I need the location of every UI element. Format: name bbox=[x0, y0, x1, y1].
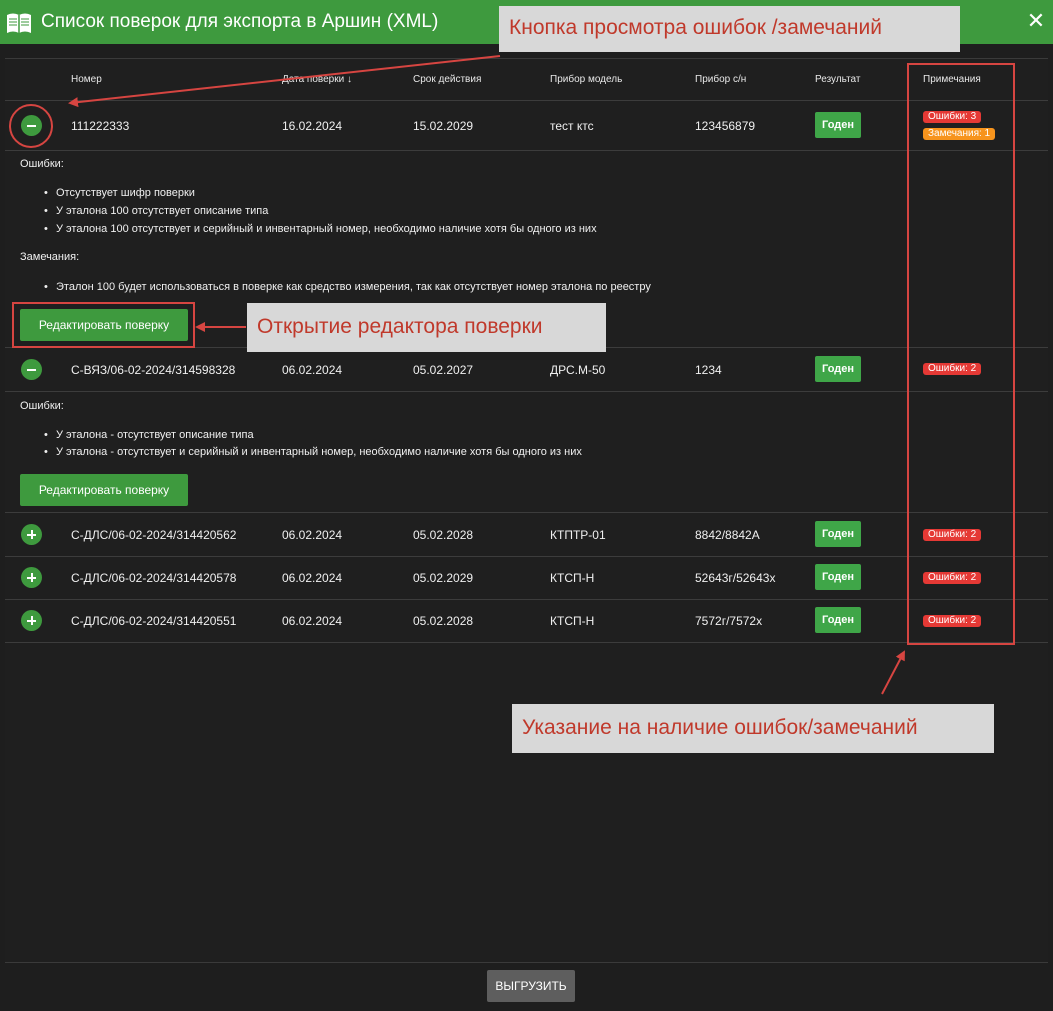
book-icon bbox=[7, 13, 31, 33]
expand-toggle-row-3[interactable] bbox=[21, 524, 42, 545]
collapse-toggle-row-2[interactable] bbox=[21, 359, 42, 380]
export-button[interactable]: ВЫГРУЗИТЬ bbox=[487, 970, 575, 1002]
divider bbox=[5, 512, 1048, 513]
errors-label: Ошибки: bbox=[20, 158, 64, 170]
header-model[interactable]: Прибор модель bbox=[550, 74, 622, 85]
cell-model: КТПТР-01 bbox=[550, 528, 606, 542]
cell-model: КТСП-Н bbox=[550, 614, 595, 628]
cell-valid-until: 05.02.2028 bbox=[413, 614, 474, 628]
divider bbox=[5, 100, 1048, 101]
plus-icon-vertical bbox=[30, 573, 33, 582]
plus-icon-vertical bbox=[30, 616, 33, 625]
plus-icon-vertical bbox=[30, 530, 33, 539]
cell-number: 111222333 bbox=[71, 119, 130, 133]
cell-valid-until: 05.02.2027 bbox=[413, 363, 474, 377]
cell-number: С-ДЛС/06-02-2024/314420551 bbox=[71, 614, 237, 628]
expand-toggle-row-5[interactable] bbox=[21, 610, 42, 631]
cell-number: С-ВЯЗ/06-02-2024/314598328 bbox=[71, 363, 236, 377]
cell-date: 06.02.2024 bbox=[282, 614, 343, 628]
result-badge: Годен bbox=[815, 356, 862, 382]
result-badge: Годен bbox=[815, 112, 862, 138]
cell-serial: 1234 bbox=[695, 363, 722, 377]
remark-text: Эталон 100 будет использоваться в поверк… bbox=[56, 281, 651, 293]
result-badge: Годен bbox=[815, 607, 862, 633]
divider bbox=[5, 391, 1048, 392]
cell-model: тест ктс bbox=[550, 119, 594, 133]
cell-serial: 123456879 bbox=[695, 119, 756, 133]
callout-open-editor: Открытие редактора поверки bbox=[247, 303, 606, 352]
error-item: Отсутствует шифр поверки bbox=[44, 187, 195, 199]
callout-indicator: Указание на наличие ошибок/замечаний bbox=[512, 704, 994, 753]
cell-model: ДРС.М-50 bbox=[550, 363, 606, 377]
cell-date: 06.02.2024 bbox=[282, 571, 343, 585]
header-valid-until[interactable]: Срок действия bbox=[413, 74, 481, 85]
cell-serial: 52643г/52643х bbox=[695, 571, 776, 585]
annotation-circle bbox=[9, 104, 53, 148]
cell-date: 06.02.2024 bbox=[282, 363, 343, 377]
result-badge: Годен bbox=[815, 521, 862, 547]
remarks-label: Замечания: bbox=[20, 251, 80, 263]
result-badge: Годен bbox=[815, 564, 862, 590]
annotation-edit-box bbox=[12, 302, 195, 348]
header-number[interactable]: Номер bbox=[71, 74, 102, 85]
cell-date: 06.02.2024 bbox=[282, 528, 343, 542]
error-text: У эталона 100 отсутствует описание типа bbox=[56, 205, 269, 217]
window-title: Список поверок для экспорта в Аршин (XML… bbox=[41, 11, 439, 32]
cell-valid-until: 05.02.2028 bbox=[413, 528, 474, 542]
cell-serial: 7572г/7572х bbox=[695, 614, 763, 628]
header-date-label: Дата поверки bbox=[282, 74, 345, 85]
cell-serial: 8842/8842А bbox=[695, 528, 760, 542]
edit-verification-button[interactable]: Редактировать поверку bbox=[20, 474, 188, 506]
header-result[interactable]: Результат bbox=[815, 74, 860, 85]
divider bbox=[5, 150, 1048, 151]
error-text: У эталона 100 отсутствует и серийный и и… bbox=[56, 223, 597, 235]
divider bbox=[5, 556, 1048, 557]
callout-view-button: Кнопка просмотра ошибок /замечаний bbox=[499, 6, 960, 52]
errors-label: Ошибки: bbox=[20, 400, 64, 412]
cell-number: С-ДЛС/06-02-2024/314420578 bbox=[71, 571, 237, 585]
header-date[interactable]: Дата поверки ↓ bbox=[282, 74, 352, 85]
sort-arrow-icon: ↓ bbox=[346, 74, 352, 85]
cell-valid-until: 05.02.2029 bbox=[413, 571, 474, 585]
remark-item: Эталон 100 будет использоваться в поверк… bbox=[44, 281, 651, 293]
error-item: У эталона - отсутствует описание типа bbox=[44, 429, 254, 441]
error-item: У эталона 100 отсутствует и серийный и и… bbox=[44, 223, 597, 235]
cell-model: КТСП-Н bbox=[550, 571, 595, 585]
cell-number: С-ДЛС/06-02-2024/314420562 bbox=[71, 528, 237, 542]
minus-icon bbox=[27, 368, 36, 371]
error-item: У эталона 100 отсутствует описание типа bbox=[44, 205, 269, 217]
error-text: У эталона - отсутствует описание типа bbox=[56, 429, 254, 441]
annotation-notes-box bbox=[907, 63, 1015, 645]
cell-valid-until: 15.02.2029 bbox=[413, 119, 474, 133]
divider bbox=[5, 642, 1048, 643]
error-item: У эталона - отсутствует и серийный и инв… bbox=[44, 446, 582, 458]
divider bbox=[5, 599, 1048, 600]
error-text: У эталона - отсутствует и серийный и инв… bbox=[56, 446, 582, 458]
header-serial[interactable]: Прибор с/н bbox=[695, 74, 746, 85]
error-text: Отсутствует шифр поверки bbox=[56, 187, 195, 199]
expand-toggle-row-4[interactable] bbox=[21, 567, 42, 588]
cell-date: 16.02.2024 bbox=[282, 119, 343, 133]
close-icon[interactable]: ✕ bbox=[1025, 8, 1047, 34]
